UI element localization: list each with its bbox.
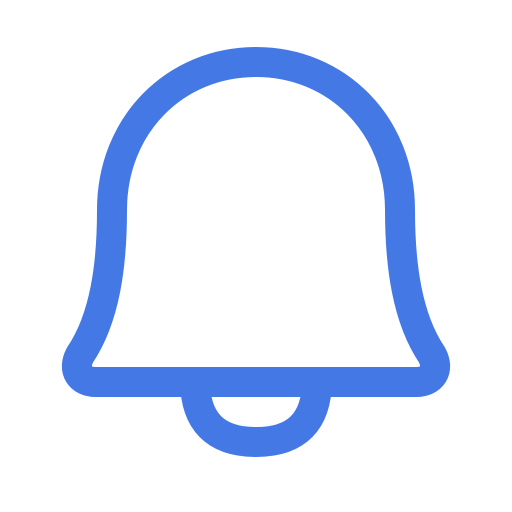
- bell-icon: [61, 47, 451, 457]
- bell-body: [61, 47, 451, 397]
- icon-canvas: [0, 0, 512, 512]
